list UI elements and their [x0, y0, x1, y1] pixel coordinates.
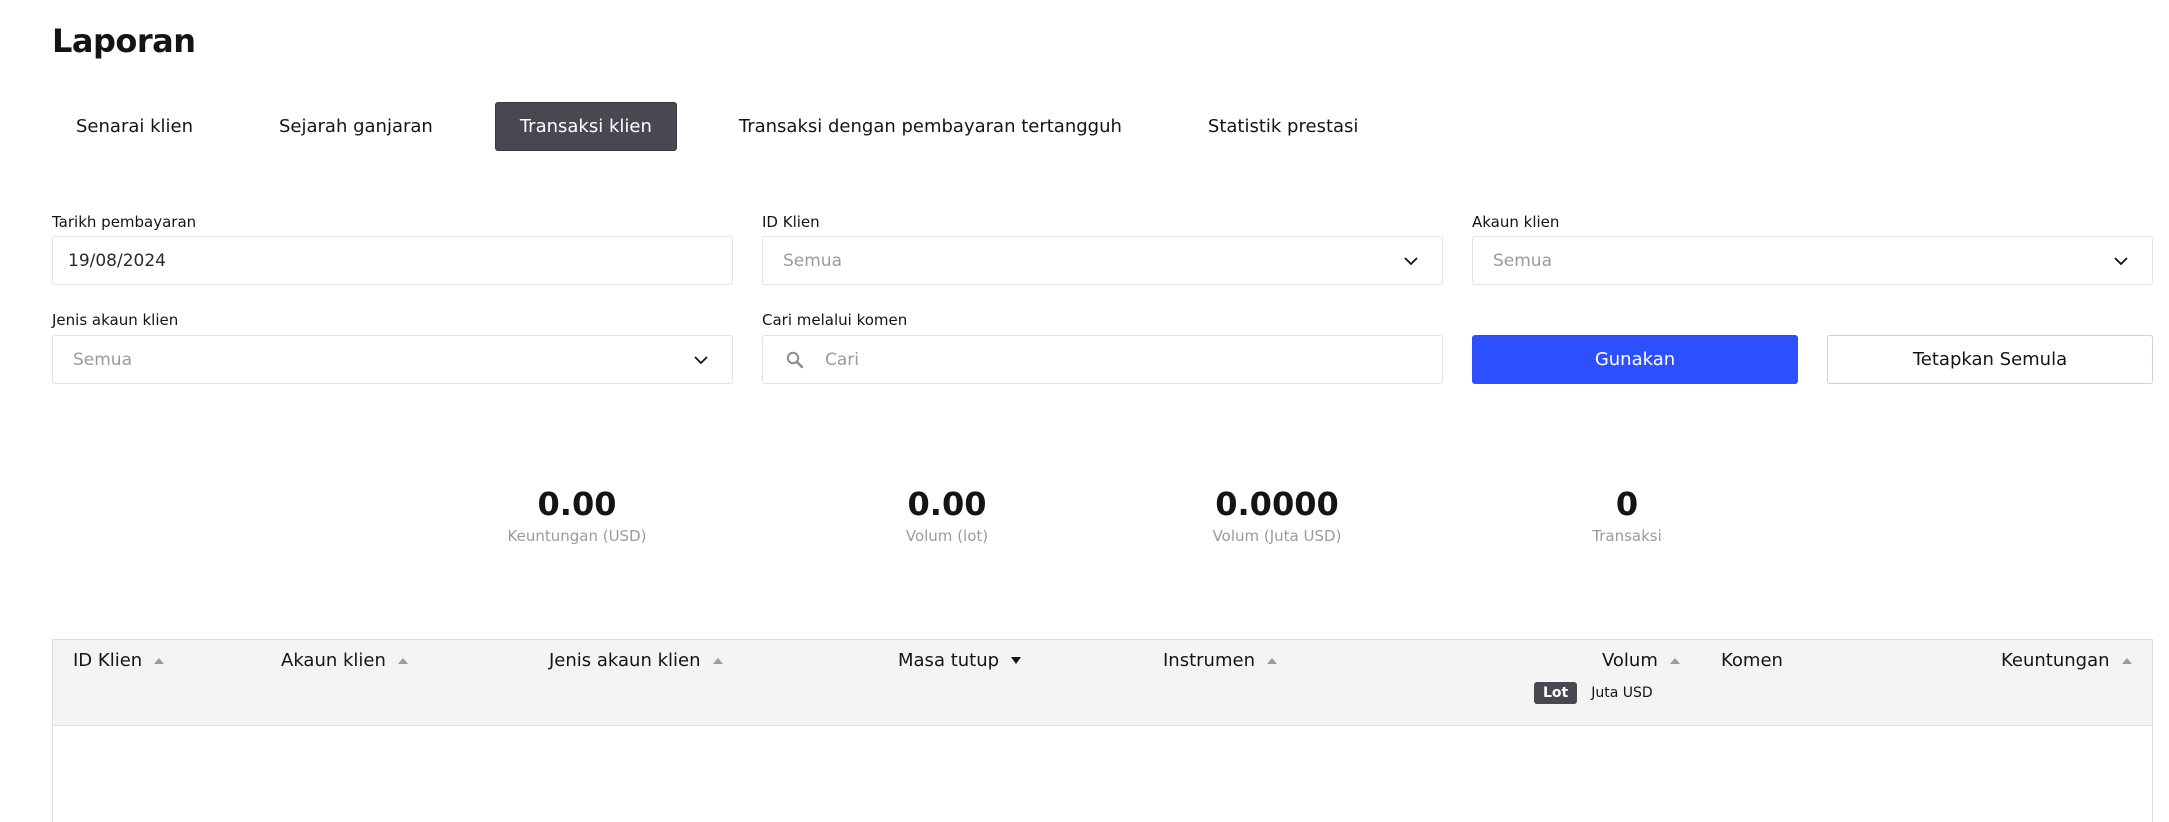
- client-id-select[interactable]: Semua: [762, 236, 1443, 285]
- client-account-placeholder: Semua: [1493, 250, 1553, 271]
- sort-asc-icon: [1266, 657, 1277, 664]
- column-volume-label: Volum: [1602, 650, 1658, 671]
- chevron-down-icon: [1404, 257, 1418, 266]
- tab-reward-history[interactable]: Sejarah ganjaran: [255, 102, 457, 151]
- tab-deferred-payment-transactions[interactable]: Transaksi dengan pembayaran tertangguh: [715, 102, 1146, 151]
- report-tabs: Senarai klien Sejarah ganjaran Transaksi…: [52, 102, 1382, 151]
- sort-asc-icon: [2121, 657, 2132, 664]
- column-close-time[interactable]: Masa tutup: [898, 650, 1022, 671]
- table-header: ID Klien Akaun klien Jenis akaun klien M…: [53, 640, 2152, 726]
- payment-date-field[interactable]: 19/08/2024: [52, 236, 733, 285]
- client-id-label: ID Klien: [762, 213, 820, 231]
- stat-transactions-value: 0: [1615, 485, 1639, 523]
- stat-profit: 0.00 Keuntungan (USD): [457, 485, 697, 545]
- sort-asc-icon: [154, 657, 165, 664]
- client-account-label: Akaun klien: [1472, 213, 1560, 231]
- comment-search-label: Cari melalui komen: [762, 311, 908, 329]
- column-instrument[interactable]: Instrumen: [1163, 650, 1277, 671]
- comment-search-placeholder: Cari: [825, 349, 859, 370]
- search-icon: [786, 351, 804, 368]
- column-comment-label: Komen: [1721, 650, 1783, 671]
- stat-volume-lot-label: Volum (lot): [905, 527, 989, 545]
- column-client-id[interactable]: ID Klien: [73, 650, 165, 671]
- volume-unit-musd[interactable]: Juta USD: [1591, 685, 1652, 701]
- column-close-time-label: Masa tutup: [898, 650, 1000, 671]
- payment-date-label: Tarikh pembayaran: [52, 213, 197, 231]
- stat-volume-musd-value: 0.0000: [1215, 485, 1339, 523]
- sort-asc-icon: [712, 657, 723, 664]
- stat-transactions-label: Transaksi: [1592, 527, 1662, 545]
- stat-volume-lot-value: 0.00: [907, 485, 987, 523]
- sort-desc-icon: [1011, 657, 1022, 664]
- column-client-account[interactable]: Akaun klien: [281, 650, 408, 671]
- stat-profit-label: Keuntungan (USD): [507, 527, 647, 545]
- stat-volume-lot: 0.00 Volum (lot): [827, 485, 1067, 545]
- chevron-down-icon: [694, 356, 708, 365]
- stat-volume-musd: 0.0000 Volum (Juta USD): [1157, 485, 1397, 545]
- payment-date-value: 19/08/2024: [68, 250, 166, 271]
- transactions-table: ID Klien Akaun klien Jenis akaun klien M…: [52, 639, 2153, 822]
- client-account-select[interactable]: Semua: [1472, 236, 2153, 285]
- account-type-label: Jenis akaun klien: [52, 311, 179, 329]
- sort-asc-icon: [397, 657, 408, 664]
- stat-profit-value: 0.00: [537, 485, 617, 523]
- client-id-placeholder: Semua: [783, 250, 843, 271]
- column-account-type[interactable]: Jenis akaun klien: [549, 650, 723, 671]
- column-comment: Komen: [1721, 650, 1783, 671]
- sort-asc-icon: [1669, 657, 1680, 664]
- column-client-id-label: ID Klien: [73, 650, 143, 671]
- account-type-select[interactable]: Semua: [52, 335, 733, 384]
- volume-unit-lot[interactable]: Lot: [1534, 682, 1578, 704]
- tab-performance-statistics[interactable]: Statistik prestasi: [1184, 102, 1383, 151]
- column-client-account-label: Akaun klien: [281, 650, 386, 671]
- column-profit-label: Keuntungan: [2001, 650, 2110, 671]
- column-volume[interactable]: Volum: [1602, 650, 1680, 671]
- reset-button[interactable]: Tetapkan Semula: [1827, 335, 2153, 384]
- column-account-type-label: Jenis akaun klien: [549, 650, 701, 671]
- comment-search-input[interactable]: Cari: [762, 335, 1443, 384]
- page-title: Laporan: [52, 22, 196, 60]
- account-type-placeholder: Semua: [73, 349, 133, 370]
- apply-button[interactable]: Gunakan: [1472, 335, 1798, 384]
- chevron-down-icon: [2114, 257, 2128, 266]
- volume-unit-toggle: Lot Juta USD: [1534, 682, 1653, 704]
- tab-client-transactions[interactable]: Transaksi klien: [494, 102, 677, 151]
- stat-volume-musd-label: Volum (Juta USD): [1212, 527, 1342, 545]
- table-body: [53, 726, 2152, 822]
- stat-transactions: 0 Transaksi: [1507, 485, 1747, 545]
- tab-client-list[interactable]: Senarai klien: [52, 102, 217, 151]
- column-profit[interactable]: Keuntungan: [2001, 650, 2132, 671]
- column-instrument-label: Instrumen: [1163, 650, 1255, 671]
